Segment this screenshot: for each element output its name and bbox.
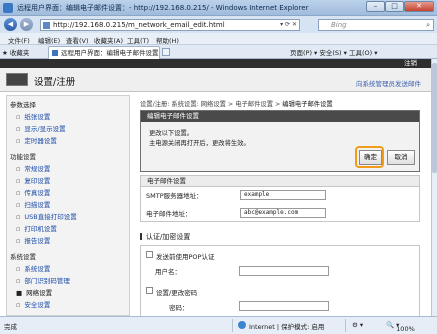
scrollbar-thumb[interactable] (432, 63, 437, 173)
username-label: 用户名： (155, 268, 181, 276)
password-input[interactable] (239, 301, 329, 311)
sidebar-section-functions: 功能设置 (10, 153, 36, 161)
breadcrumb: 设置/注册: 系统设置: 网络设置 > 电子邮件设置 > 编辑电子邮件设置 (140, 99, 333, 108)
sidebar-item-system[interactable]: 系统设置 (16, 263, 50, 273)
sidebar-item-general[interactable]: 常规设置 (16, 163, 50, 173)
dropdown-icon[interactable]: ▾ ⟳ ✕ (280, 21, 297, 28)
command-bar[interactable]: 页面(P) ▾ 安全(S) ▾ 工具(O) ▾ (290, 47, 378, 57)
sidebar-item-display[interactable]: 显示/显示设置 (16, 123, 65, 133)
auth-section-heading: 认证/加密设置 (140, 232, 190, 242)
window-titlebar: 远程用户界面：编辑电子邮件设置：- http://192.168.0.215/ … (0, 0, 437, 16)
status-bar: 完成 Internet | 保护模式: 启用 ⚙ ▾ 🔍 100% ▾ (0, 316, 437, 334)
new-tab-button[interactable] (162, 48, 170, 56)
sidebar-item-fax[interactable]: 传真设置 (16, 187, 50, 197)
favorites-button[interactable]: ★ 收藏夹 (2, 47, 29, 57)
minimize-button[interactable]: – (366, 1, 385, 12)
sidebar-item-scan[interactable]: 扫描设置 (16, 199, 50, 209)
username-input[interactable] (239, 266, 329, 276)
sidebar-item-printer[interactable]: 打印机设置 (16, 223, 57, 233)
breadcrumb-current: 编辑电子邮件设置 (282, 101, 333, 108)
sidebar-item-timer[interactable]: 定时器设置 (16, 135, 57, 145)
menu-help[interactable]: 帮助(H) (156, 35, 179, 45)
sidebar-section-system: 系统设置 (10, 253, 36, 261)
password-checkbox[interactable] (146, 287, 153, 294)
smtp-label: SMTP服务器地址： (146, 192, 203, 200)
mail-admin-link[interactable]: 向系统管理员发送邮件 (356, 78, 421, 88)
url-text: http://192.168.0.215/m_network_email_edi… (53, 21, 225, 29)
cancel-button[interactable]: 取消 (387, 150, 415, 165)
sidebar-item-report[interactable]: 报告设置 (16, 235, 50, 245)
logout-link[interactable]: 注销 (404, 59, 417, 68)
sidebar-item-paper[interactable]: 纸张设置 (16, 111, 50, 121)
sidebar-item-dept-id[interactable]: 部门识别码管理 (16, 275, 70, 285)
dialog-message-1: 更改以下设置。 (149, 130, 194, 137)
status-divider (345, 319, 346, 332)
sidebar-section-preferences: 参数选择 (10, 101, 36, 109)
breadcrumb-path[interactable]: 设置/注册: 系统设置: 网络设置 > 电子邮件设置 > (140, 101, 280, 108)
close-button[interactable]: ✕ (404, 1, 434, 12)
ie-icon (3, 3, 13, 13)
menu-file[interactable]: 文件(F) (8, 35, 30, 45)
status-text: 完成 (4, 323, 17, 331)
auth-panel: 发送前使用POP认证 用户名： 设置/更改密码 密码： (140, 245, 420, 320)
email-address-label: 电子邮件地址： (146, 210, 192, 218)
status-divider (232, 319, 233, 332)
top-strip: 注销 (0, 59, 431, 68)
sidebar-item-network[interactable]: 网络设置 (16, 287, 52, 297)
set-password-label: 设置/更改密码 (156, 289, 198, 297)
security-zone[interactable]: Internet | 保护模式: 启用 (249, 321, 324, 331)
ok-button-highlight (355, 146, 384, 168)
dialog-message-2: 主电源关闭再打开后，更改将生效。 (149, 140, 250, 147)
menu-view[interactable]: 查看(V) (66, 35, 89, 45)
device-icon (6, 73, 28, 86)
forward-button[interactable]: ▶ (20, 18, 33, 31)
favorites-bar: ★ 收藏夹 远程用户界面：编辑电子邮件设置： 页面(P) ▾ 安全(S) ▾ 工… (0, 45, 437, 59)
menu-tools[interactable]: 工具(T) (127, 35, 149, 45)
sidebar: 参数选择 纸张设置 显示/显示设置 定时器设置 功能设置 常规设置 复印设置 传… (6, 95, 130, 316)
settings-icon[interactable]: ⚙ ▾ (352, 321, 363, 329)
menu-bar: 文件(F) 编辑(E) 查看(V) 收藏夹(A) 工具(T) 帮助(H) (0, 33, 437, 45)
search-input[interactable]: Bing ⌕ (318, 19, 434, 31)
back-button[interactable]: ◀ (4, 18, 17, 31)
search-icon[interactable]: ⌕ (426, 21, 430, 30)
sidebar-item-usb-print[interactable]: USB直接打印设置 (16, 211, 76, 221)
browser-tab[interactable]: 远程用户界面：编辑电子邮件设置： (48, 46, 160, 59)
pop-auth-label: 发送前使用POP认证 (156, 253, 215, 261)
globe-icon (238, 321, 246, 329)
sidebar-item-security[interactable]: 安全设置 (16, 299, 50, 309)
sidebar-item-copy[interactable]: 复印设置 (16, 175, 50, 185)
email-settings-panel: 电子邮件设置 SMTP服务器地址： example 电子邮件地址： abc@ex… (140, 175, 420, 222)
smtp-input[interactable]: example (240, 190, 326, 200)
address-input[interactable]: http://192.168.0.215/m_network_email_edi… (40, 19, 300, 31)
password-label: 密码： (169, 304, 189, 312)
zoom-level[interactable]: 🔍 100% ▾ (386, 321, 415, 333)
dialog-header: 编辑电子邮件设置 (141, 111, 419, 122)
page-title: 设置/注册 (34, 77, 76, 88)
search-placeholder: Bing (331, 21, 347, 29)
window-title: 远程用户界面：编辑电子邮件设置：- http://192.168.0.215/ … (17, 4, 309, 12)
vertical-scrollbar[interactable] (431, 59, 437, 316)
menu-favorites[interactable]: 收藏夹(A) (94, 35, 123, 45)
email-settings-header: 电子邮件设置 (141, 176, 419, 187)
pop-auth-checkbox[interactable] (146, 251, 153, 258)
maximize-button[interactable]: □ (385, 1, 404, 12)
menu-edit[interactable]: 编辑(E) (38, 35, 60, 45)
page-header: 设置/注册 向系统管理员发送邮件 (0, 68, 431, 92)
page-icon (43, 22, 50, 29)
email-address-input[interactable]: abc@example.com (240, 208, 326, 218)
